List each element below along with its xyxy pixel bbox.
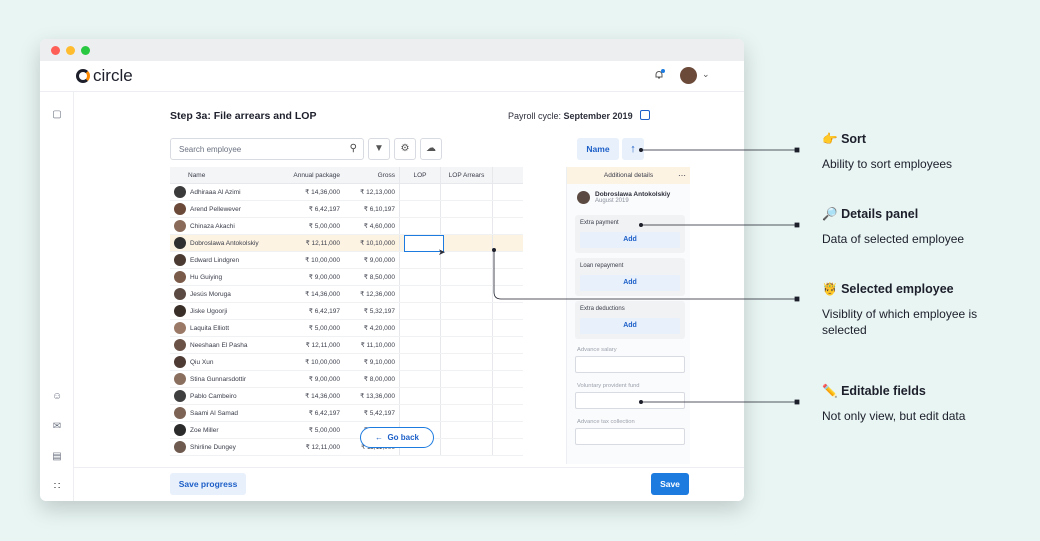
annotation-title: Selected employee xyxy=(841,282,954,296)
callout-lines xyxy=(491,147,800,405)
pencil-icon: ✏️ xyxy=(822,384,838,398)
annotation-title: Editable fields xyxy=(841,384,926,398)
annotation-title: Details panel xyxy=(841,207,919,221)
pointing-hand-icon: 👉 xyxy=(822,132,838,146)
annotation-editable: ✏️ Editable fields Not only view, but ed… xyxy=(822,384,1022,424)
magnifier-icon: 🔎 xyxy=(822,207,838,221)
annotation-desc: Ability to sort employees xyxy=(822,157,953,171)
annotation-desc: Data of selected employee xyxy=(822,232,965,246)
annotation-title: Sort xyxy=(841,132,867,146)
prince-icon: 🤴 xyxy=(822,282,838,296)
annotation-selected: 🤴 Selected employee Visiblity of which e… xyxy=(822,282,1022,338)
annotation-desc: Not only view, but edit data xyxy=(822,409,966,423)
annotation-sort: 👉 Sort Ability to sort employees xyxy=(822,132,1022,172)
annotation-desc: Visiblity of which employee is selected xyxy=(822,307,978,337)
annotation-details: 🔎 Details panel Data of selected employe… xyxy=(822,207,1022,247)
